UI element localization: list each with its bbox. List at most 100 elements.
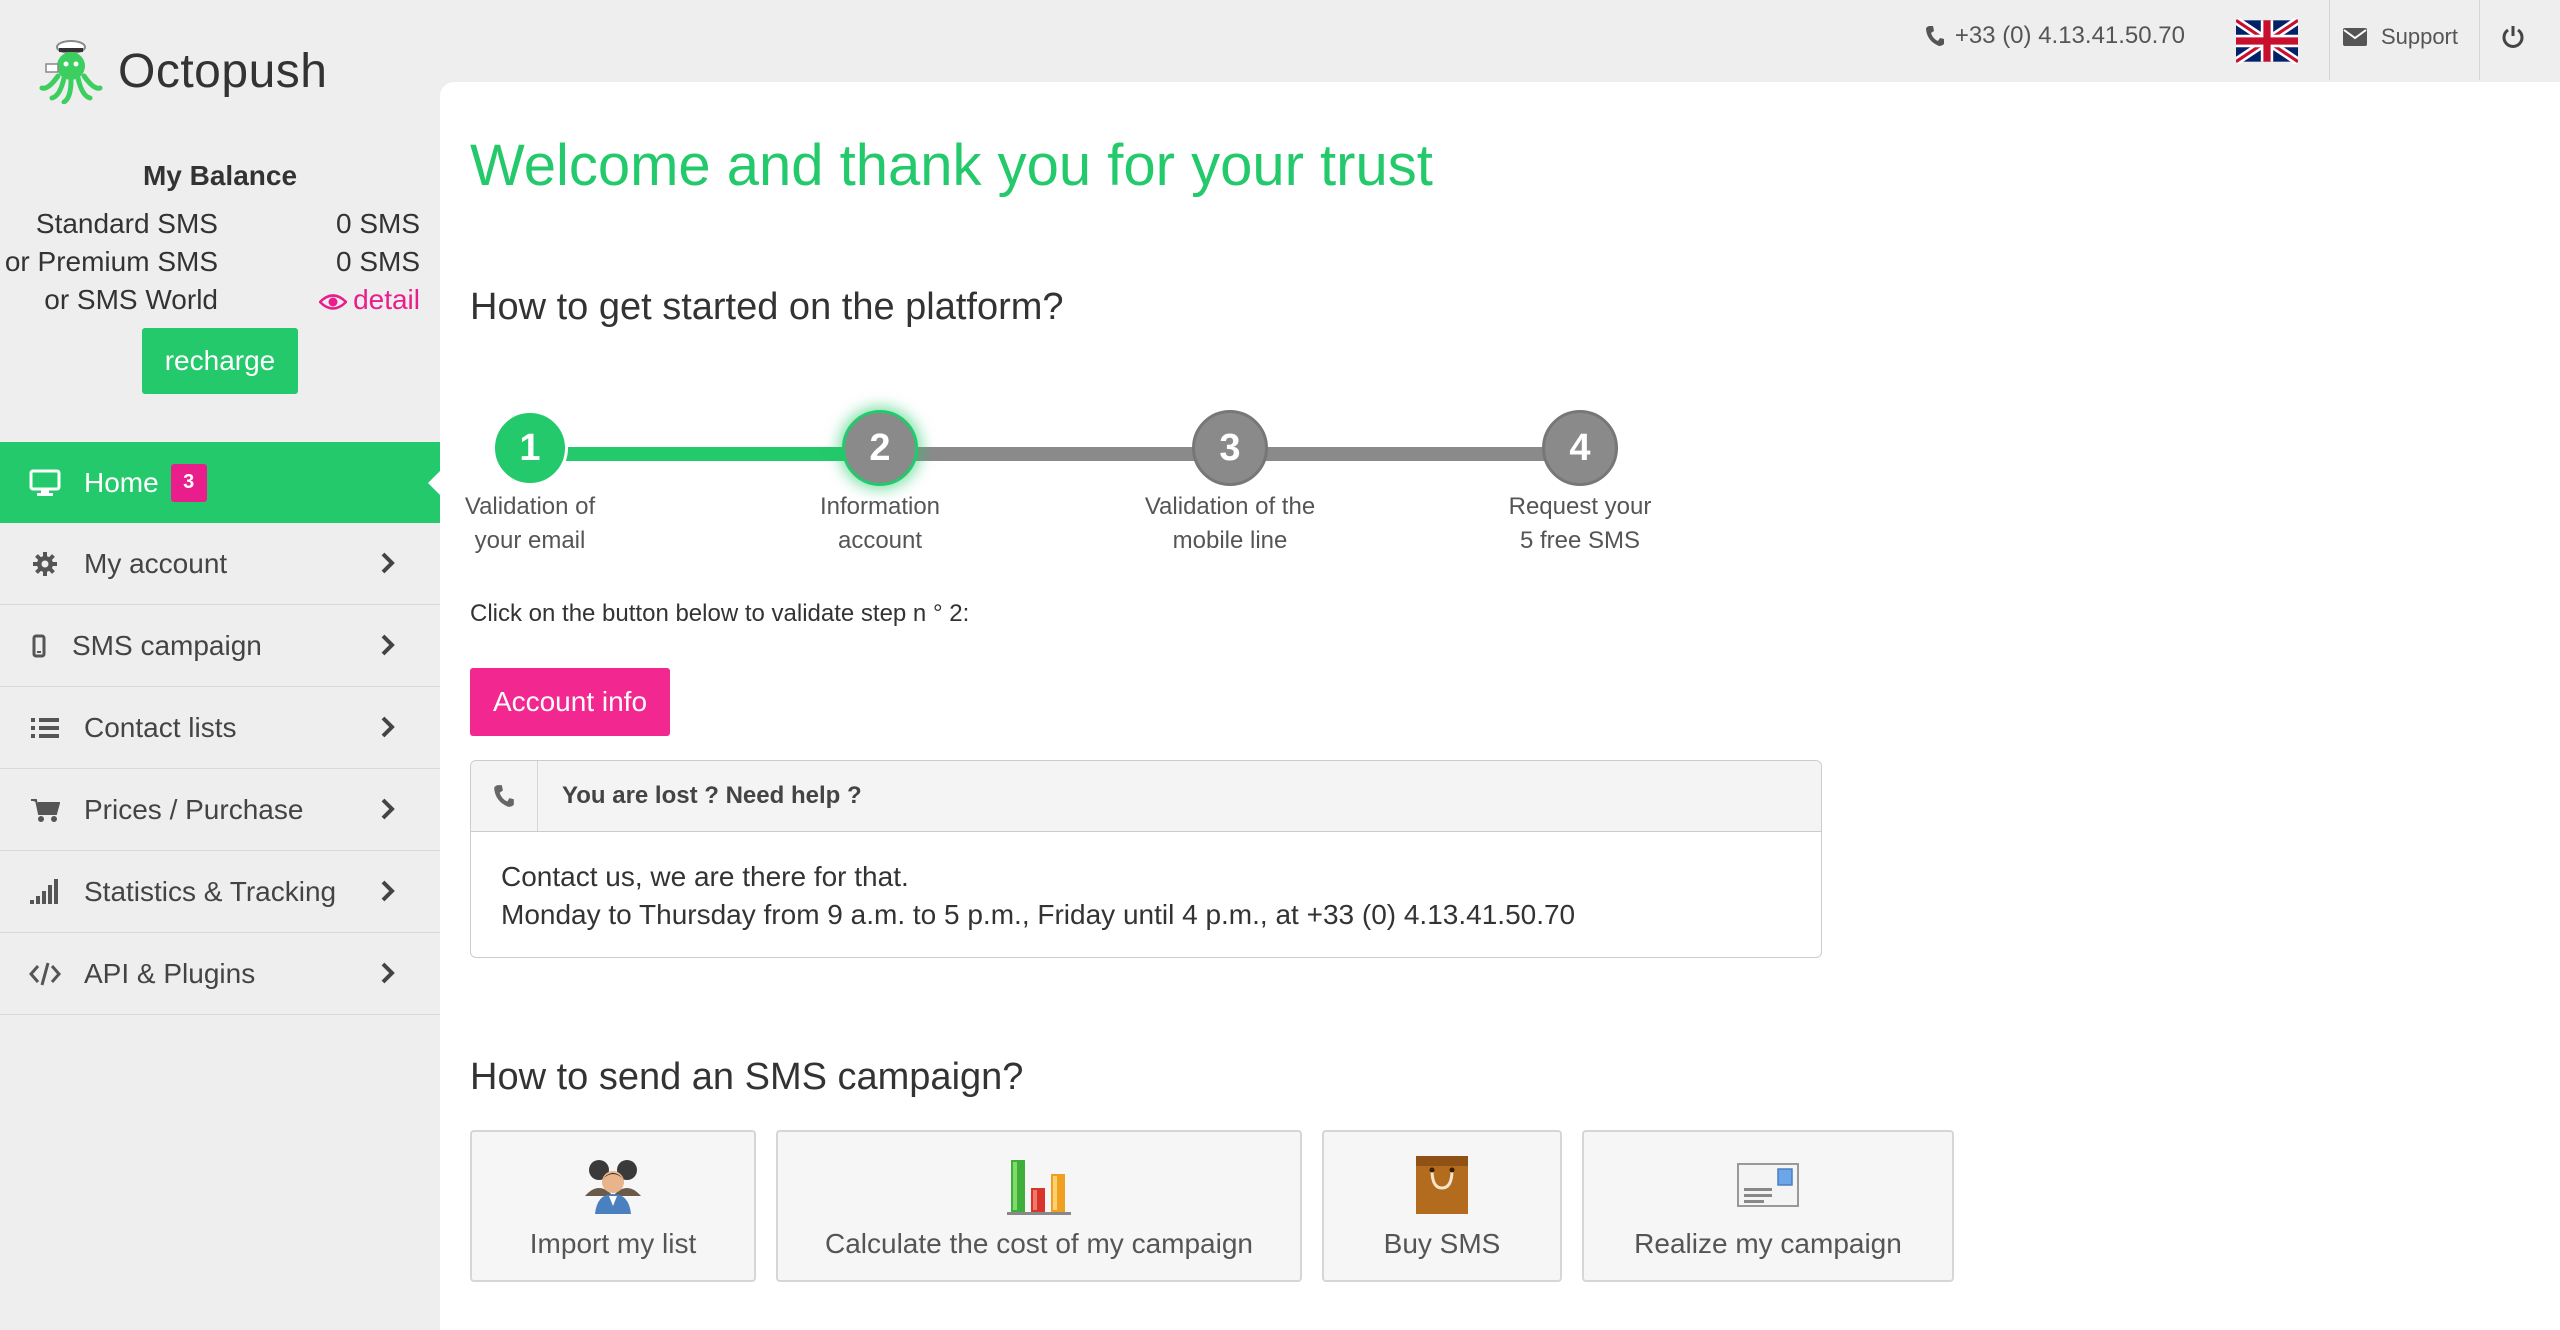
top-bar: +33 (0) 4.13.41.50.70 Support — [440, 0, 2560, 80]
step-3-circle: 3 — [1192, 410, 1268, 486]
step-label-line: Information — [819, 493, 941, 520]
balance-row-premium: or Premium SMS 0 SMS — [0, 246, 440, 284]
chevron-right-icon — [381, 798, 395, 820]
sidebar-item-home[interactable]: Home 3 — [0, 442, 441, 523]
help-panel-body: Contact us, we are there for that. Monda… — [471, 832, 1821, 960]
step-label-line: mobile line — [1172, 527, 1288, 554]
chevron-right-icon — [381, 634, 395, 656]
step-label-line: Validation of the — [1144, 493, 1316, 520]
sidebar-nav: Home 3 My account SMS campaign Contact l… — [0, 442, 441, 1015]
step-label-line: Request your — [1508, 493, 1652, 520]
bar-chart-icon — [1007, 1160, 1071, 1215]
sidebar-item-statistics-tracking[interactable]: Statistics & Tracking — [0, 851, 440, 933]
step-4-circle: 4 — [1542, 410, 1618, 486]
list-icon — [28, 711, 62, 745]
chevron-right-icon — [381, 716, 395, 738]
phone-number-text: +33 (0) 4.13.41.50.70 — [1954, 22, 2185, 49]
support-link[interactable]: Support — [2342, 24, 2458, 50]
balance-label: Standard SMS — [35, 208, 218, 239]
sidebar-item-api-plugins[interactable]: API & Plugins — [0, 933, 440, 1015]
code-icon — [28, 957, 62, 991]
steps-progress: 1 2 3 4 Validation of your email Informa… — [465, 402, 1670, 572]
balance-title: My Balance — [142, 160, 298, 191]
brand-name: Octopush — [118, 44, 328, 98]
envelope-icon — [2342, 28, 2367, 46]
help-text-line: Monday to Thursday from 9 a.m. to 5 p.m.… — [501, 899, 1576, 930]
divider — [2329, 0, 2330, 80]
shopping-bag-icon — [1416, 1156, 1468, 1214]
step-1-circle: 1 — [492, 410, 568, 486]
mobile-icon — [22, 629, 56, 663]
sidebar-item-contact-lists[interactable]: Contact lists — [0, 687, 440, 769]
divider — [2479, 0, 2480, 80]
sidebar-item-my-account[interactable]: My account — [0, 523, 440, 605]
phone-icon — [1925, 26, 1944, 46]
getting-started-title: How to get started on the platform? — [470, 286, 1064, 328]
chevron-right-icon — [381, 880, 395, 902]
monitor-icon — [28, 466, 62, 500]
buy-sms-card[interactable]: Buy SMS — [1322, 1130, 1562, 1282]
chevron-right-icon — [381, 962, 395, 984]
step-label-line: Validation of — [464, 493, 596, 520]
help-panel: You are lost ? Need help ? Contact us, w… — [470, 760, 1822, 958]
recharge-button[interactable]: recharge — [142, 328, 298, 394]
octopus-logo-icon — [39, 40, 103, 104]
cart-icon — [28, 793, 62, 827]
step-2-label: Information account — [760, 490, 1000, 558]
sidebar-item-label: Statistics & Tracking — [84, 875, 337, 907]
main-content: Welcome and thank you for your trust How… — [440, 82, 2560, 1330]
account-info-button[interactable]: Account info — [470, 668, 670, 736]
balance-row-world: or SMS World detail — [0, 284, 440, 322]
balance-value: 0 SMS — [335, 208, 420, 239]
step-label-line: your email — [474, 527, 586, 554]
help-text-line: Contact us, we are there for that. — [501, 861, 909, 892]
power-icon[interactable] — [2500, 24, 2526, 50]
sidebar-item-sms-campaign[interactable]: SMS campaign — [0, 605, 440, 687]
page-title: Welcome and thank you for your trust — [470, 133, 1433, 198]
sidebar-item-label: API & Plugins — [84, 957, 256, 989]
sidebar-item-label: My account — [84, 547, 228, 579]
signal-bars-icon — [28, 875, 62, 909]
step-1-label: Validation of your email — [410, 490, 650, 558]
sidebar-item-prices-purchase[interactable]: Prices / Purchase — [0, 769, 440, 851]
card-label: Calculate the cost of my campaign — [825, 1228, 1253, 1259]
balance-row-standard: Standard SMS 0 SMS — [0, 208, 440, 246]
help-panel-header: You are lost ? Need help ? — [471, 761, 1821, 832]
gear-icon — [28, 547, 62, 581]
sidebar-item-label: Prices / Purchase — [84, 793, 304, 825]
step-label-line: 5 free SMS — [1519, 527, 1641, 554]
card-label: Realize my campaign — [1634, 1228, 1902, 1259]
balance-label: or Premium SMS — [4, 246, 218, 277]
balance-panel: My Balance Standard SMS 0 SMS or Premium… — [0, 160, 440, 315]
chevron-right-icon — [381, 552, 395, 574]
uk-flag-icon[interactable] — [2236, 18, 2298, 64]
detail-link-label: detail — [353, 284, 420, 315]
sidebar-item-label: Home — [84, 466, 159, 498]
sidebar-item-label: Contact lists — [84, 711, 237, 743]
phone-number[interactable]: +33 (0) 4.13.41.50.70 — [1925, 22, 2185, 50]
card-label: Import my list — [529, 1228, 697, 1259]
logo[interactable]: Octopush — [38, 38, 327, 104]
eye-icon — [319, 293, 348, 310]
validate-step-text: Click on the button below to validate st… — [470, 600, 970, 627]
step-4-label: Request your 5 free SMS — [1460, 490, 1700, 558]
phone-icon — [471, 761, 538, 831]
import-list-card[interactable]: Import my list — [470, 1130, 756, 1282]
step-2-circle: 2 — [842, 410, 918, 486]
balance-label: or SMS World — [44, 284, 218, 315]
step-3-label: Validation of the mobile line — [1110, 490, 1350, 558]
calculate-cost-card[interactable]: Calculate the cost of my campaign — [776, 1130, 1302, 1282]
step-label-line: account — [837, 527, 923, 554]
help-panel-title: You are lost ? Need help ? — [562, 782, 862, 809]
postcard-icon — [1737, 1163, 1799, 1207]
detail-link[interactable]: detail — [319, 284, 420, 316]
notification-badge: 3 — [170, 463, 207, 502]
balance-value: 0 SMS — [335, 246, 420, 277]
people-icon — [585, 1160, 641, 1214]
realize-campaign-card[interactable]: Realize my campaign — [1582, 1130, 1954, 1282]
step-line-done — [530, 447, 850, 461]
support-label: Support — [2380, 24, 2458, 49]
sidebar-item-label: SMS campaign — [72, 629, 262, 661]
campaign-section-title: How to send an SMS campaign? — [470, 1056, 1024, 1098]
card-label: Buy SMS — [1383, 1228, 1501, 1259]
